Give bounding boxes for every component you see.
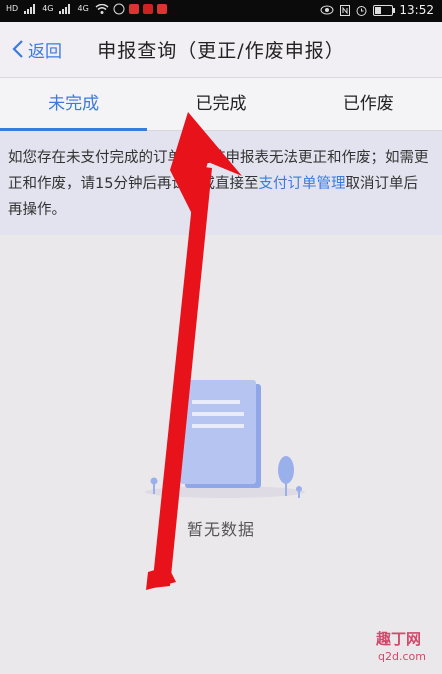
payment-order-link[interactable]: 支付订单管理 <box>258 176 345 192</box>
tab-voided[interactable]: 已作废 <box>295 78 442 130</box>
tab-incomplete[interactable]: 未完成 <box>0 78 148 131</box>
status-left: HD 4G 4G <box>4 3 173 15</box>
status-time: 13:52 <box>399 3 434 17</box>
hd-badge: HD <box>6 4 19 13</box>
wifi-icon <box>95 4 109 14</box>
empty-state-text: 暂无数据 <box>186 520 255 539</box>
alarm-icon <box>356 5 367 16</box>
notification-icons <box>113 3 167 15</box>
status-bar: HD 4G 4G 13:52 <box>0 0 442 22</box>
battery-icon <box>373 4 396 16</box>
nfc-icon <box>340 4 351 16</box>
tab-bar: 未完成 已完成 已作废 <box>0 78 442 131</box>
nav-bar: 返回 申报查询（更正/作废申报） <box>0 22 442 78</box>
watermark-logo: 趣丁网 q2d.com <box>375 630 426 663</box>
signal-icon <box>24 4 36 14</box>
signal-icon-2 <box>59 4 71 14</box>
network-badge-2: 4G <box>77 4 89 13</box>
watermark-line1: 趣丁网 <box>375 630 421 648</box>
network-badge: 4G <box>42 4 54 13</box>
status-right: 13:52 <box>320 3 434 17</box>
page-title: 申报查询（更正/作废申报） <box>97 40 345 62</box>
empty-state-icon <box>145 380 305 498</box>
watermark-line2: q2d.com <box>378 650 426 663</box>
tab-completed[interactable]: 已完成 <box>147 78 294 130</box>
eye-icon <box>320 5 334 15</box>
notice-banner: 如您存在未支付完成的订单，则该申报表无法更正和作废；如需更正和作废，请15分钟后… <box>0 131 442 235</box>
